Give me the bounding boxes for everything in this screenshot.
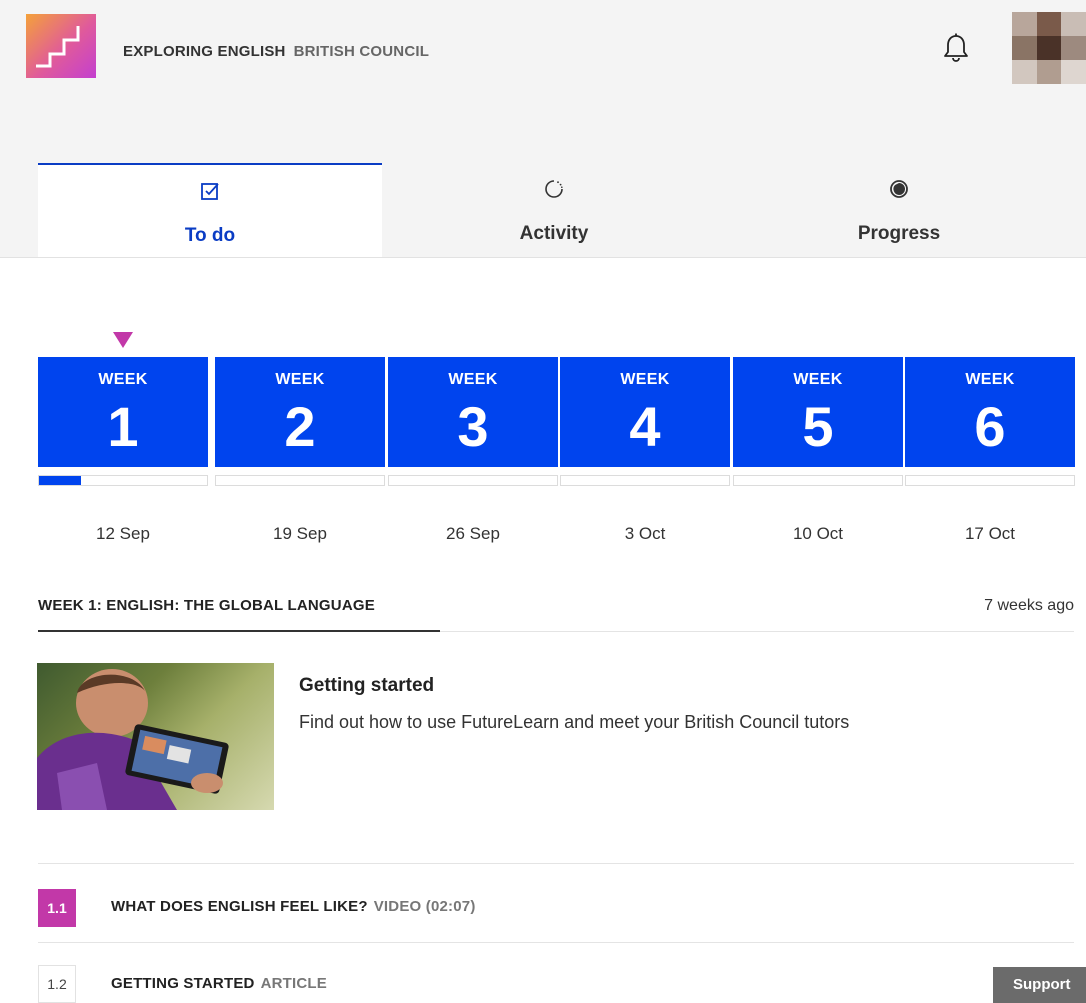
tab-label: Activity <box>519 223 589 244</box>
week-progress-bar <box>733 475 903 486</box>
step-link-1-1[interactable]: WHAT DOES ENGLISH FEEL LIKE? VIDEO (02:07… <box>111 898 476 915</box>
week-date: 12 Sep <box>96 524 150 543</box>
week-progress-bar <box>388 475 558 486</box>
step-number-badge: 1.1 <box>38 889 76 927</box>
tab-activity[interactable]: Activity <box>382 163 726 258</box>
week-number: 6 <box>974 395 1006 458</box>
step-link-1-2[interactable]: GETTING STARTED ARTICLE <box>111 975 327 992</box>
week-progress-bar <box>905 475 1075 486</box>
intro-description: Find out how to use FutureLearn and meet… <box>299 712 850 732</box>
user-avatar[interactable] <box>1012 12 1086 84</box>
week-number: 3 <box>457 395 489 458</box>
course-title[interactable]: EXPLORING ENGLISH BRITISH COUNCIL <box>123 43 429 60</box>
stairs-logo-icon <box>36 26 80 68</box>
week-tile-3[interactable]: WEEK 3 <box>388 357 558 467</box>
week-tile-6[interactable]: WEEK 6 <box>905 357 1075 467</box>
tab-progress[interactable]: Progress <box>727 163 1071 258</box>
tab-bar: To do Activity Progress <box>0 100 1086 258</box>
week-label: WEEK <box>965 371 1015 388</box>
week-number: 5 <box>802 395 834 458</box>
week-progress-bar <box>560 475 730 486</box>
course-name: EXPLORING ENGLISH <box>123 43 286 60</box>
week-date: 26 Sep <box>446 524 500 543</box>
week-label: WEEK <box>275 371 325 388</box>
week-number: 2 <box>284 395 316 458</box>
week-date: 19 Sep <box>273 524 327 543</box>
step-title: WHAT DOES ENGLISH FEEL LIKE? <box>111 898 368 915</box>
step-divider <box>38 942 1074 943</box>
support-button[interactable]: Support <box>993 967 1086 1003</box>
course-logo[interactable] <box>26 14 96 78</box>
person-with-tablet-image <box>37 669 229 810</box>
tab-to-do[interactable]: To do <box>38 163 382 258</box>
week-label: WEEK <box>793 371 843 388</box>
intro-title[interactable]: Getting started <box>299 675 434 697</box>
step-type: ARTICLE <box>260 975 327 992</box>
week-label: WEEK <box>98 371 148 388</box>
week-tile-1[interactable]: WEEK 1 <box>38 357 208 467</box>
section-title-underline <box>38 630 440 632</box>
tab-label: To do <box>184 225 236 246</box>
section-time-ago: 7 weeks ago <box>984 597 1074 614</box>
week-number: 1 <box>107 395 139 458</box>
current-week-marker-icon <box>113 332 133 348</box>
week-label: WEEK <box>448 371 498 388</box>
week-date: 3 Oct <box>624 524 666 543</box>
tab-divider <box>0 257 1086 258</box>
intro-thumbnail[interactable] <box>37 663 274 810</box>
week-progress-bar <box>38 475 208 486</box>
week-progress-bar <box>215 475 385 486</box>
week-tile-4[interactable]: WEEK 4 <box>560 357 730 467</box>
week-section-title[interactable]: WEEK 1: ENGLISH: THE GLOBAL LANGUAGE <box>38 597 375 614</box>
week-tile-5[interactable]: WEEK 5 <box>733 357 903 467</box>
step-number-badge: 1.2 <box>38 965 76 1003</box>
app-header: EXPLORING ENGLISH BRITISH COUNCIL <box>0 0 1086 100</box>
week-number: 4 <box>629 395 661 458</box>
week-label: WEEK <box>620 371 670 388</box>
checkbox-icon <box>201 183 219 200</box>
week-date: 17 Oct <box>964 524 1016 543</box>
notifications-bell-icon[interactable] <box>940 32 972 64</box>
tab-label: Progress <box>857 223 941 244</box>
step-title: GETTING STARTED <box>111 975 255 992</box>
week-date: 10 Oct <box>792 524 844 543</box>
progress-circle-icon <box>890 180 908 198</box>
step-type: VIDEO (02:07) <box>373 898 476 915</box>
activity-spinner-icon <box>545 180 563 198</box>
week-tile-2[interactable]: WEEK 2 <box>215 357 385 467</box>
course-organisation: BRITISH COUNCIL <box>293 43 430 60</box>
week-progress-fill <box>39 476 81 485</box>
step-divider <box>38 863 1074 864</box>
